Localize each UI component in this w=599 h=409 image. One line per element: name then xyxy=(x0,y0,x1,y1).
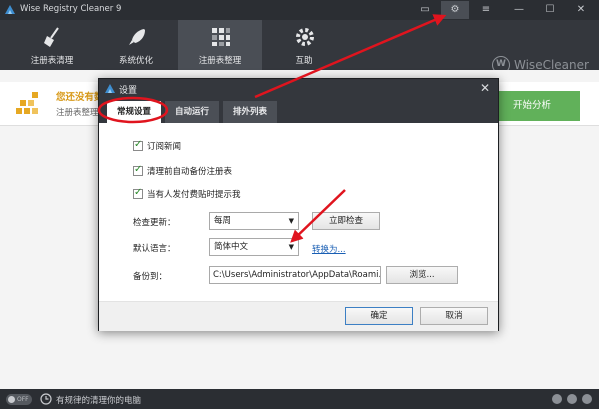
browse-button[interactable]: 浏览... xyxy=(386,266,458,284)
close-button[interactable]: ✕ xyxy=(567,1,595,19)
check-update-value: 每周 xyxy=(214,216,232,226)
maximize-button[interactable]: ☐ xyxy=(536,1,564,19)
defrag-status-icon xyxy=(16,92,38,114)
language-select[interactable]: 简体中文 ▼ xyxy=(209,238,299,256)
tool-label: 注册表整理 xyxy=(198,56,242,66)
subscribe-news-label: 订阅新闻 xyxy=(147,142,182,152)
dialog-title-bar: 设置 ✕ xyxy=(99,79,498,99)
twitter-icon[interactable] xyxy=(582,394,592,404)
window-title: Wise Registry Cleaner 9 xyxy=(20,4,122,14)
settings-tabs: 常规设置 自动运行 排外列表 xyxy=(99,99,498,123)
broom-icon xyxy=(44,27,59,47)
defrag-grid-icon xyxy=(212,28,230,46)
paid-post-notify-checkbox[interactable] xyxy=(133,187,143,199)
app-logo-icon xyxy=(105,84,115,93)
tab-general[interactable]: 常规设置 xyxy=(107,101,162,123)
chevron-down-icon: ▼ xyxy=(288,243,294,251)
tool-registry-defrag[interactable]: 注册表整理 xyxy=(178,20,262,70)
banner-heading: 您还没有数 xyxy=(56,92,104,103)
check-now-button[interactable]: 立即检查 xyxy=(312,212,380,230)
mail-icon[interactable] xyxy=(552,394,562,404)
schedule-text[interactable]: 有规律的清理你的电脑 xyxy=(56,394,141,406)
tool-label: 互助 xyxy=(295,56,313,66)
status-bar: OFF 有规律的清理你的电脑 xyxy=(0,389,599,409)
language-label: 默认语言： xyxy=(133,244,176,254)
cancel-button[interactable]: 取消 xyxy=(420,307,488,325)
clock-icon xyxy=(40,393,52,405)
settings-dialog: 设置 ✕ 常规设置 自动运行 排外列表 订阅新闻 清理前自动备份注册表 当有人发… xyxy=(98,78,499,331)
backup-path-field[interactable]: C:\Users\Administrator\AppData\Roami... xyxy=(209,266,381,284)
banner-subtext: 注册表整理 xyxy=(56,108,99,118)
backup-label: 备份到： xyxy=(133,272,168,282)
check-update-label: 检查更新： xyxy=(133,218,176,228)
auto-backup-label: 清理前自动备份注册表 xyxy=(147,167,233,177)
chevron-down-icon: ▼ xyxy=(288,217,294,225)
title-bar: Wise Registry Cleaner 9 ▭ ⚙ ≡ — ☐ ✕ xyxy=(0,0,599,20)
auto-backup-checkbox[interactable] xyxy=(133,164,143,176)
tool-label: 注册表清理 xyxy=(30,56,74,66)
gear-icon xyxy=(296,28,314,46)
ok-button[interactable]: 确定 xyxy=(345,307,413,325)
minimize-button[interactable]: — xyxy=(505,1,533,19)
facebook-icon[interactable] xyxy=(567,394,577,404)
subscribe-news-checkbox[interactable] xyxy=(133,139,143,151)
dialog-close-icon[interactable]: ✕ xyxy=(478,81,492,95)
menu-icon[interactable]: ≡ xyxy=(472,1,500,19)
main-toolbar: 注册表清理 系统优化 注册表整理 互助 W WiseCleaner xyxy=(0,20,599,74)
tool-help[interactable]: 互助 xyxy=(262,20,346,70)
tool-registry-cleaner[interactable]: 注册表清理 xyxy=(10,20,94,70)
translate-link[interactable]: 转换为... xyxy=(312,243,346,255)
tool-system-optimize[interactable]: 系统优化 xyxy=(94,20,178,70)
paid-post-notify-label: 当有人发付费贴时提示我 xyxy=(147,190,241,200)
app-logo-icon xyxy=(5,5,15,14)
schedule-toggle[interactable]: OFF xyxy=(6,394,32,405)
feedback-icon[interactable]: ▭ xyxy=(411,1,439,19)
language-value: 简体中文 xyxy=(214,242,249,252)
rocket-icon xyxy=(129,29,145,45)
tool-label: 系统优化 xyxy=(118,56,153,66)
settings-icon[interactable]: ⚙ xyxy=(441,1,469,19)
check-update-select[interactable]: 每周 ▼ xyxy=(209,212,299,230)
tab-exclusions[interactable]: 排外列表 xyxy=(223,101,278,123)
tab-autorun[interactable]: 自动运行 xyxy=(165,101,220,123)
dialog-title: 设置 xyxy=(119,86,138,96)
